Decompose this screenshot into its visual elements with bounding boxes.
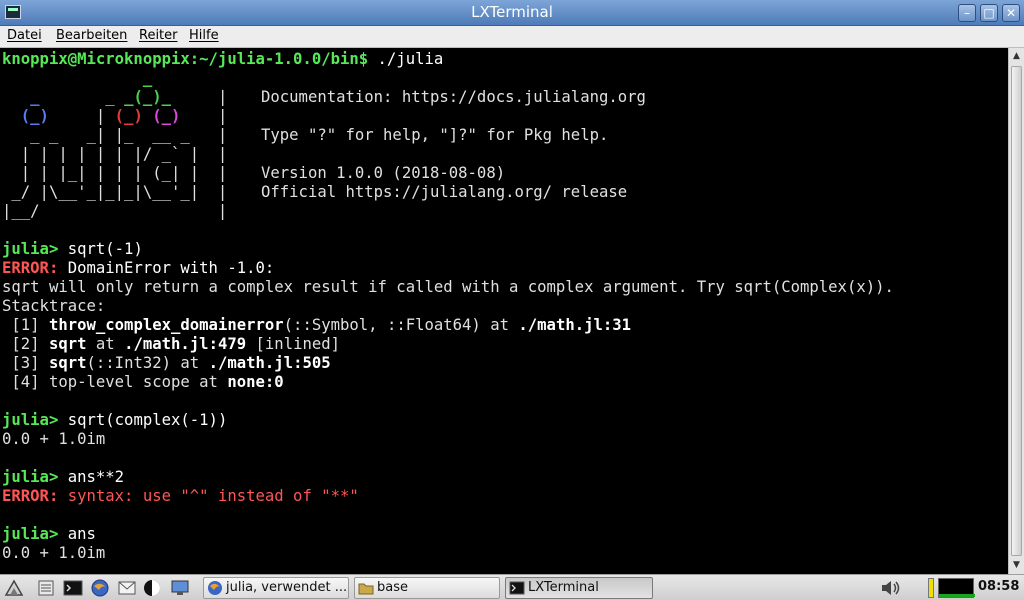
scroll-down-arrow-icon[interactable]: ▼ [1009,558,1024,573]
output-line: Stacktrace: [2,297,106,315]
minimize-icon: – [964,6,970,20]
browser-icon [208,581,222,595]
maximize-button[interactable]: □ [980,4,998,22]
menu-reiter[interactable]: Reiter [139,28,178,43]
taskbar-item-label: LXTerminal [528,580,599,595]
close-icon: ✕ [1005,6,1017,20]
knoppix-icon[interactable] [142,579,162,597]
shell-prompt-line: knoppix@Microknoppix:~/julia-1.0.0/bin$ … [2,50,443,69]
banner-help: Type "?" for help, "]?" for Pkg help. [261,126,609,144]
clock[interactable]: 08:58 [978,579,1019,594]
scroll-up-arrow-icon[interactable]: ▲ [1009,49,1024,64]
maximize-icon: □ [983,6,995,20]
taskbar-item-base[interactable]: base [354,577,500,599]
error-line: ERROR: DomainError with -1.0: [2,259,275,277]
taskbar-item-browser[interactable]: julia, verwendet ... [203,577,349,599]
taskbar-item-label: base [377,580,408,595]
terminal-icon [509,581,525,595]
window-titlebar[interactable]: LXTerminal – □ ✕ [0,0,1024,26]
shell-command: ./julia [368,50,444,68]
menu-hilfe[interactable]: Hilfe [189,28,219,43]
display-settings-icon[interactable] [170,579,190,597]
output-line: sqrt will only return a complex result i… [2,278,894,296]
julia-prompt-line: julia> sqrt(-1) [2,240,143,258]
terminal-output[interactable]: knoppix@Microknoppix:~/julia-1.0.0/bin$ … [0,48,1008,574]
battery-indicator-icon[interactable] [928,578,934,598]
stacktrace-line: [4] top-level scope at none:0 [2,373,284,391]
error-line: ERROR: syntax: use "^" instead of "**" [2,487,359,505]
file-manager-icon[interactable] [36,579,56,597]
stacktrace-line: [2] sqrt at ./math.jl:479 [inlined] [2,335,341,353]
banner-version: Version 1.0.0 (2018-08-08) [261,164,506,182]
menubar: Datei Bearbeiten Reiter Hilfe [0,26,1024,48]
volume-icon[interactable] [880,579,902,597]
julia-prompt-line: julia> ans [2,525,96,543]
window-title: LXTerminal [471,3,553,21]
cpu-monitor[interactable] [938,578,975,598]
scrollbar-thumb[interactable] [1011,66,1022,556]
folder-icon [358,583,374,595]
browser-icon[interactable] [90,579,110,597]
menu-bearbeiten[interactable]: Bearbeiten [56,28,127,43]
shell-path: :~/julia-1.0.0/bin$ [189,50,369,68]
output-line: 0.0 + 1.0im [2,430,106,448]
terminal-scrollbar[interactable]: ▲ ▼ [1008,48,1024,574]
stacktrace-line: [3] sqrt(::Int32) at ./math.jl:505 [2,354,331,372]
stacktrace-line: [1] throw_complex_domainerror(::Symbol, … [2,316,632,334]
minimize-button[interactable]: – [958,4,976,22]
menu-datei[interactable]: Datei [7,28,42,43]
mail-client-icon[interactable] [117,579,137,597]
taskbar-item-lxterminal[interactable]: LXTerminal [505,577,653,599]
output-line: 0.0 + 1.0im [2,544,106,562]
close-button[interactable]: ✕ [1002,4,1020,22]
taskbar: julia, verwendet ... base LXTerminal 08:… [0,574,1024,600]
start-menu-icon[interactable] [4,579,24,597]
terminal-launcher-icon[interactable] [63,579,83,597]
banner-documentation: Documentation: https://docs.julialang.or… [261,88,646,106]
julia-prompt-line: julia> ans**2 [2,468,125,486]
julia-prompt-line: julia> sqrt(complex(-1)) [2,411,228,429]
shell-user-host: knoppix@Microknoppix [2,50,190,68]
taskbar-item-label: julia, verwendet ... [226,580,348,595]
banner-release: Official https://julialang.org/ release [261,183,628,201]
